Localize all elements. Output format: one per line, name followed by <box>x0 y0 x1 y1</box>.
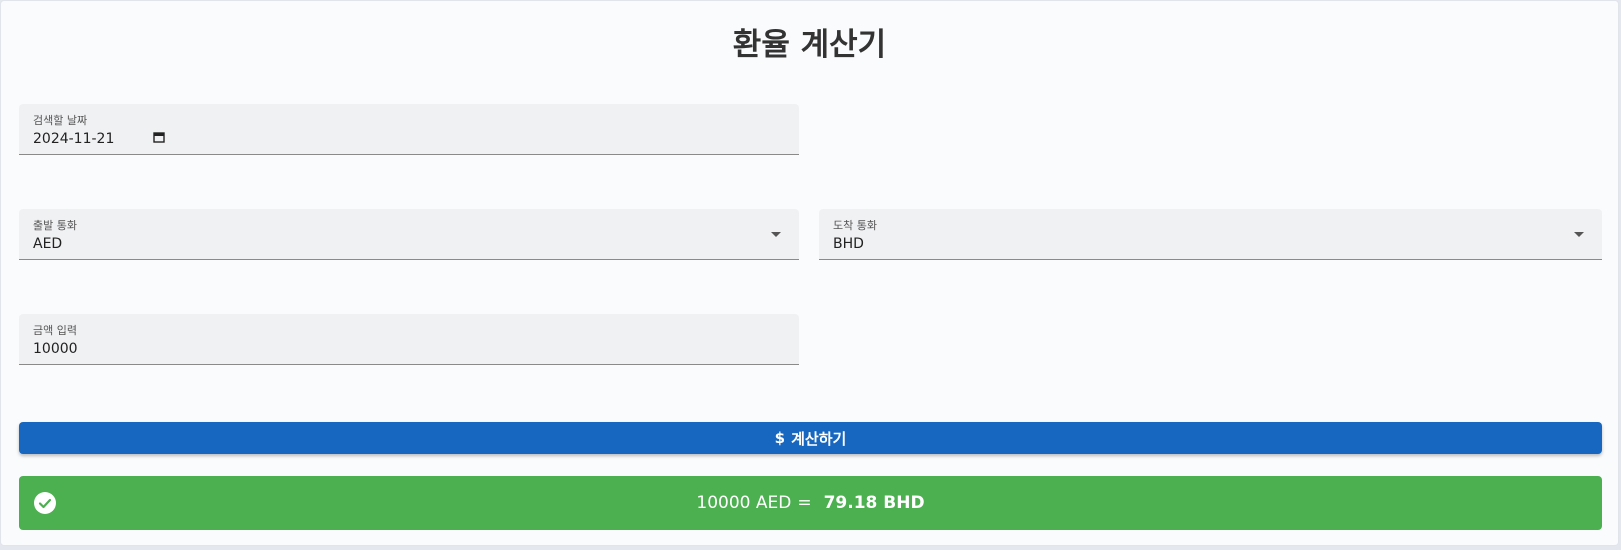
from-currency-select[interactable]: 출발 통화 AED <box>19 209 799 260</box>
check-circle-icon <box>34 492 56 514</box>
result-to-amount: 79.18 BHD <box>823 493 925 513</box>
amount-input[interactable]: 10000 <box>33 341 78 357</box>
result-from-amount: 10000 AED <box>696 493 792 513</box>
calculator-card: 환율 계산기 검색할 날짜 2024-11-21 출발 통화 AED 도착 통화… <box>0 0 1619 546</box>
dollar-icon: $ <box>774 429 786 447</box>
date-input[interactable]: 2024-11-21 <box>33 131 114 147</box>
date-field-label: 검색할 날짜 <box>33 114 88 127</box>
result-alert: 10000 AED = 79.18 BHD <box>19 476 1602 530</box>
to-currency-label: 도착 통화 <box>833 219 877 232</box>
amount-field-label: 금액 입력 <box>33 324 77 337</box>
to-currency-select[interactable]: 도착 통화 BHD <box>819 209 1602 260</box>
from-currency-label: 출발 통화 <box>33 219 77 232</box>
calculate-button-label: 계산하기 <box>791 429 847 448</box>
to-currency-value: BHD <box>833 236 864 252</box>
dropdown-arrow-icon[interactable] <box>1574 232 1584 237</box>
page-title: 환율 계산기 <box>732 27 887 63</box>
result-equals: = <box>797 493 812 513</box>
calendar-icon[interactable] <box>153 131 165 143</box>
date-field[interactable]: 검색할 날짜 2024-11-21 <box>19 104 799 155</box>
from-currency-value: AED <box>33 236 63 252</box>
amount-field[interactable]: 금액 입력 10000 <box>19 314 799 365</box>
calculate-button[interactable]: $ 계산하기 <box>19 422 1602 454</box>
dropdown-arrow-icon[interactable] <box>771 232 781 237</box>
